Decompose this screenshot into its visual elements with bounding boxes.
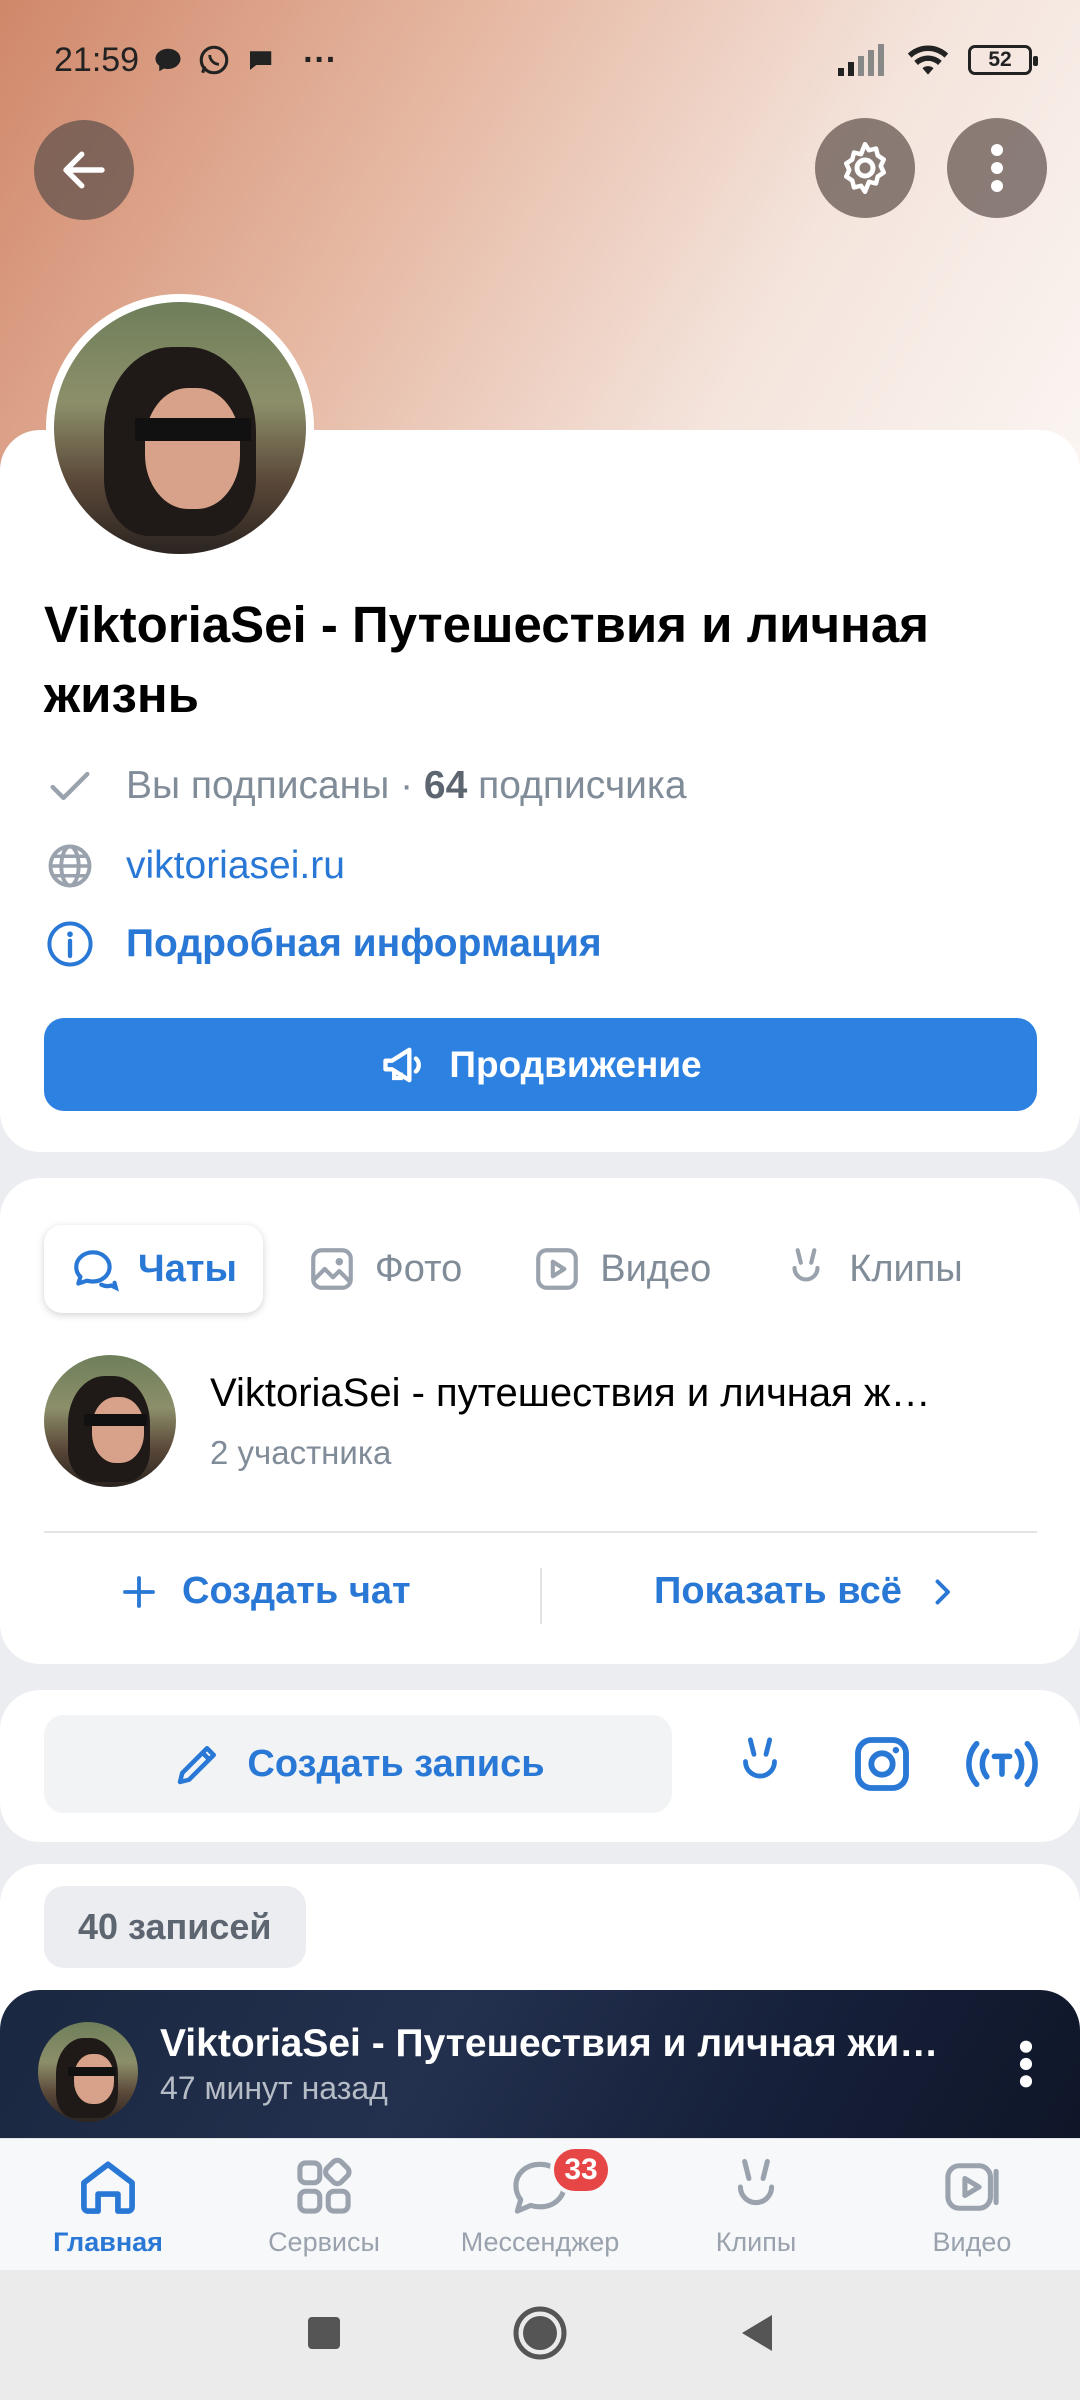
wifi-icon — [907, 45, 949, 75]
subscription-row[interactable]: Вы подписаны · 64 подписчика — [44, 760, 687, 812]
subscribers-count: 64 — [423, 764, 468, 807]
bottom-navigation: Главная Сервисы 33 Мессенджер Клипы Виде… — [0, 2138, 1080, 2270]
globe-icon — [48, 844, 92, 888]
chat-notification-icon — [155, 48, 181, 72]
post-item[interactable]: ViktoriaSei - Путешествия и личная жи… 4… — [0, 1990, 1080, 2140]
subscribed-status: Вы подписаны — [126, 764, 390, 807]
profile-title: ViktoriaSei - Путешествия и личная жизнь — [44, 596, 929, 723]
broadcast-icon — [966, 1740, 1038, 1788]
divider-vertical — [540, 1568, 542, 1624]
back-button[interactable] — [34, 120, 134, 220]
create-post-button[interactable]: Создать запись — [44, 1715, 672, 1813]
chat-icon — [74, 1250, 119, 1292]
video-icon — [945, 2163, 999, 2211]
create-clip-button[interactable] — [720, 1724, 800, 1804]
services-icon — [297, 2157, 352, 2214]
post-time: 47 минут назад — [160, 2070, 388, 2106]
create-chat-button[interactable]: Создать чат — [118, 1570, 411, 1613]
nav-services[interactable]: Сервисы — [216, 2139, 432, 2270]
status-bar: 21:59 ··· 52 — [0, 0, 1080, 120]
photo-icon — [311, 1248, 353, 1290]
check-icon — [50, 771, 90, 801]
whatsapp-icon — [199, 45, 229, 75]
posts-count-chip[interactable]: 40 записей — [44, 1886, 306, 1968]
info-icon — [47, 921, 93, 967]
triangle-back-icon — [742, 2314, 772, 2351]
clips-icon — [737, 2158, 775, 2206]
post-more-button[interactable] — [1016, 2038, 1036, 2095]
chat-item[interactable]: ViktoriaSei - путешествия и личная ж… 2 … — [44, 1355, 931, 1487]
create-story-button[interactable] — [842, 1724, 922, 1804]
nav-video[interactable]: Видео — [864, 2139, 1080, 2270]
home-system-button[interactable] — [512, 2305, 568, 2366]
arrow-left-icon — [63, 151, 105, 189]
show-all-button[interactable]: Показать всё — [654, 1570, 960, 1613]
more-options-button[interactable] — [947, 118, 1047, 218]
nav-home[interactable]: Главная — [0, 2139, 216, 2270]
message-notification-icon — [248, 51, 272, 70]
unread-badge: 33 — [550, 2145, 612, 2195]
more-vertical-icon — [991, 144, 1003, 192]
status-time: 21:59 — [54, 40, 140, 79]
post-author[interactable]: ViktoriaSei - Путешествия и личная жи… — [160, 2022, 938, 2066]
megaphone-icon — [383, 1047, 422, 1082]
tab-video[interactable]: Видео — [506, 1225, 737, 1313]
promotion-button[interactable]: Продвижение — [44, 1018, 1037, 1111]
website-link[interactable]: viktoriasei.ru — [126, 844, 345, 888]
clips-icon — [792, 1248, 820, 1282]
media-tabs: Чаты Фото Видео Клипы — [44, 1225, 989, 1313]
tab-chats[interactable]: Чаты — [44, 1225, 263, 1313]
more-info-row[interactable]: Подробная информация — [44, 918, 602, 970]
signal-icon — [838, 44, 884, 76]
system-navigation-bar — [0, 2270, 1080, 2400]
camera-icon — [855, 1737, 909, 1791]
profile-avatar[interactable] — [46, 294, 314, 562]
video-icon — [536, 1248, 579, 1290]
promotion-label: Продвижение — [449, 1043, 702, 1085]
more-vertical-icon — [1019, 2040, 1033, 2088]
gear-icon — [844, 142, 886, 194]
website-row[interactable]: viktoriasei.ru — [44, 840, 345, 892]
pencil-icon — [178, 1746, 217, 1785]
nav-messenger[interactable]: 33 Мессенджер — [432, 2139, 648, 2270]
battery-indicator: 52 — [968, 45, 1038, 75]
circle-icon — [513, 2306, 567, 2359]
clips-icon — [743, 1737, 777, 1779]
chat-avatar — [44, 1355, 176, 1487]
nav-clips[interactable]: Клипы — [648, 2139, 864, 2270]
plus-icon — [123, 1575, 155, 1608]
home-icon — [81, 2161, 135, 2214]
post-author-avatar — [38, 2022, 138, 2122]
more-info-link[interactable]: Подробная информация — [126, 922, 602, 966]
separator: · — [389, 764, 424, 807]
chevron-right-icon — [935, 1579, 950, 1604]
subscribers-label: подписчика — [478, 764, 687, 807]
chat-name: ViktoriaSei - путешествия и личная ж… — [210, 1370, 931, 1415]
recent-apps-button[interactable] — [304, 2313, 344, 2358]
system-back-button[interactable] — [736, 2311, 776, 2360]
live-stream-button[interactable] — [962, 1724, 1042, 1804]
divider — [44, 1531, 1037, 1533]
tab-clips[interactable]: Клипы — [755, 1225, 988, 1313]
more-notifications-icon: ··· — [303, 40, 338, 79]
tab-photo[interactable]: Фото — [281, 1225, 488, 1313]
chat-members: 2 участника — [210, 1433, 392, 1471]
square-icon — [308, 2316, 340, 2349]
settings-button[interactable] — [815, 118, 915, 218]
